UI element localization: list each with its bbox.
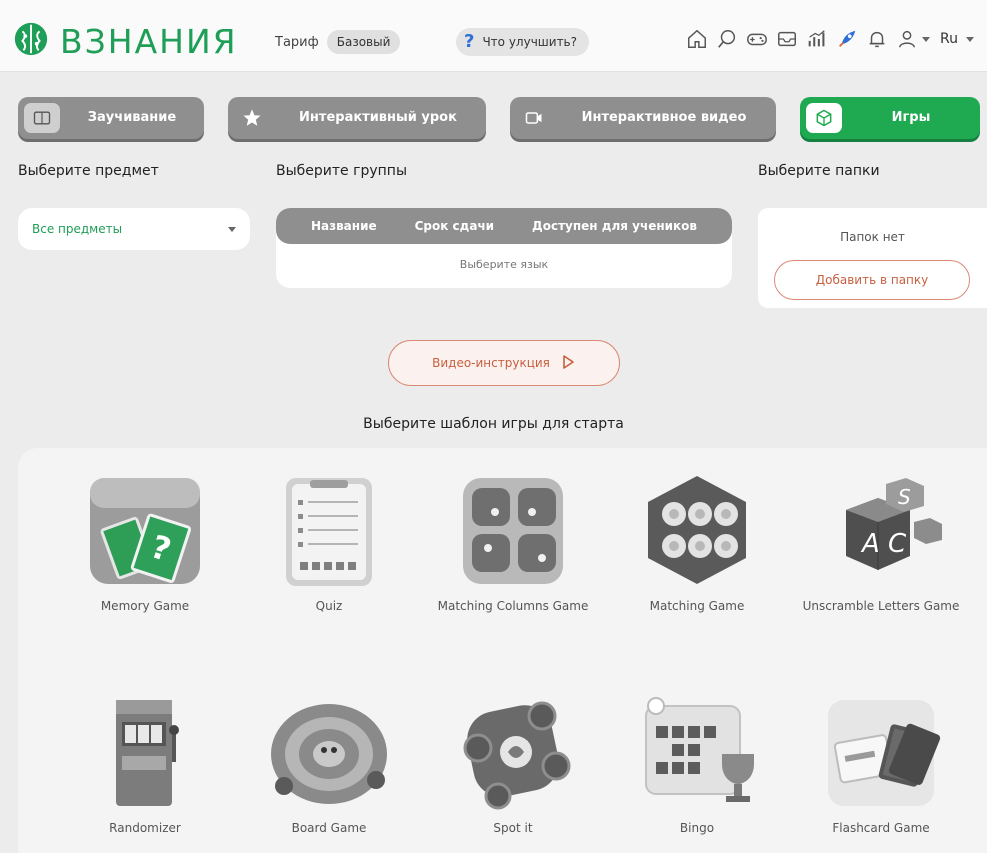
game-card-flashcard[interactable]: Flashcard Game bbox=[796, 692, 966, 834]
spot-it-icon bbox=[463, 701, 571, 810]
subject-selected-value: Все предметы bbox=[32, 222, 123, 236]
matching-columns-icon bbox=[463, 478, 563, 584]
game-card-matching-columns[interactable]: Matching Columns Game bbox=[428, 470, 598, 612]
improve-button[interactable]: ? Что улучшить? bbox=[456, 28, 589, 56]
subject-select[interactable]: Все предметы bbox=[18, 208, 250, 250]
question-icon: ? bbox=[464, 31, 475, 52]
game-name: Bingo bbox=[679, 821, 715, 835]
game-name: Randomizer bbox=[109, 821, 181, 835]
language-chevron-icon[interactable] bbox=[965, 36, 974, 42]
folders-empty-text: Папок нет bbox=[840, 230, 905, 244]
groups-empty-text: Выберите язык bbox=[459, 258, 549, 271]
tab-label: Заучивание bbox=[87, 110, 177, 126]
column-header-available[interactable]: Доступен для учеников bbox=[532, 219, 697, 233]
star-icon bbox=[234, 103, 270, 133]
groups-table-header: Название Срок сдачи Доступен для ученико… bbox=[276, 208, 732, 244]
tab-interactive-video[interactable]: Интерактивное видео bbox=[510, 97, 776, 139]
home-icon[interactable] bbox=[686, 28, 708, 50]
top-header: ВЗНАНИЯ Тариф Базовый ? Что улучшить? Ru bbox=[0, 0, 987, 72]
mode-tabs: Заучивание Интерактивный урок Интерактив… bbox=[18, 97, 980, 147]
game-name: Flashcard Game bbox=[832, 821, 930, 835]
groups-section-label: Выберите группы bbox=[276, 163, 407, 179]
book-icon bbox=[24, 103, 60, 133]
brain-logo-icon bbox=[12, 20, 50, 62]
video-instruction-button[interactable]: Видео-инструкция bbox=[388, 340, 620, 386]
play-icon bbox=[560, 354, 576, 373]
game-name: Matching Columns Game bbox=[437, 599, 589, 613]
tab-label: Интерактивный урок bbox=[299, 110, 457, 126]
game-card-matching[interactable]: Matching Game bbox=[612, 470, 782, 612]
slot-machine-icon bbox=[116, 700, 179, 806]
column-header-deadline[interactable]: Срок сдачи bbox=[415, 219, 495, 233]
game-name: Quiz bbox=[315, 599, 343, 613]
spiral-board-icon bbox=[271, 704, 387, 804]
game-name: Memory Game bbox=[100, 599, 190, 613]
game-templates-panel: ? Memory Game Quiz Matching Columns Game bbox=[18, 448, 987, 853]
header-icon-bar: Ru bbox=[686, 28, 974, 50]
tariff: Тариф Базовый bbox=[275, 30, 401, 54]
quiz-notepad-icon bbox=[286, 478, 372, 586]
svg-text:A: A bbox=[860, 529, 880, 559]
memory-cards-icon: ? bbox=[90, 478, 200, 584]
tab-games[interactable]: Игры bbox=[800, 97, 980, 139]
rocket-icon[interactable] bbox=[836, 28, 858, 50]
gamepad-icon[interactable] bbox=[746, 28, 768, 50]
video-icon bbox=[516, 103, 552, 133]
subject-section-label: Выберите предмет bbox=[18, 163, 159, 179]
folders-panel: Папок нет Добавить в папку bbox=[758, 208, 987, 308]
chevron-down-icon[interactable] bbox=[922, 36, 930, 42]
groups-table: Название Срок сдачи Доступен для ученико… bbox=[276, 208, 732, 288]
chart-icon[interactable] bbox=[806, 28, 828, 50]
tariff-label: Тариф bbox=[275, 34, 319, 50]
cube-icon bbox=[806, 103, 842, 133]
profile-icon[interactable] bbox=[896, 28, 918, 50]
game-card-bingo[interactable]: Bingo bbox=[612, 692, 782, 834]
tab-interactive-lesson[interactable]: Интерактивный урок bbox=[228, 97, 486, 139]
tab-label: Интерактивное видео bbox=[581, 110, 747, 126]
language-selector[interactable]: Ru bbox=[940, 31, 958, 47]
flashcards-icon bbox=[828, 700, 941, 806]
svg-text:C: C bbox=[888, 529, 907, 559]
search-icon[interactable] bbox=[716, 28, 738, 50]
logo-text: ВЗНАНИЯ bbox=[60, 21, 238, 61]
logo[interactable]: ВЗНАНИЯ bbox=[12, 20, 238, 62]
chevron-down-icon bbox=[228, 226, 236, 232]
game-card-spot-it[interactable]: Spot it bbox=[428, 692, 598, 834]
svg-text:S: S bbox=[898, 485, 911, 509]
tab-memorize[interactable]: Заучивание bbox=[18, 97, 204, 139]
bell-icon[interactable] bbox=[866, 28, 888, 50]
tab-label: Игры bbox=[891, 110, 931, 126]
game-card-memory[interactable]: ? Memory Game bbox=[60, 470, 230, 612]
improve-label: Что улучшить? bbox=[482, 35, 577, 49]
add-to-folder-button[interactable]: Добавить в папку bbox=[774, 260, 970, 300]
tariff-badge[interactable]: Базовый bbox=[326, 30, 401, 54]
matching-hexagon-icon bbox=[648, 476, 746, 584]
inbox-icon[interactable] bbox=[776, 28, 798, 50]
game-card-quiz[interactable]: Quiz bbox=[244, 470, 414, 612]
game-name: Board Game bbox=[291, 821, 367, 835]
game-card-unscramble[interactable]: A C S Unscramble Letters Game bbox=[796, 470, 966, 612]
games-section-title: Выберите шаблон игры для старта bbox=[363, 416, 624, 432]
game-name: Spot it bbox=[493, 821, 533, 835]
game-card-board[interactable]: Board Game bbox=[244, 692, 414, 834]
game-card-randomizer[interactable]: Randomizer bbox=[60, 692, 230, 834]
folders-section-label: Выберите папки bbox=[758, 163, 880, 179]
video-instruction-label: Видео-инструкция bbox=[432, 356, 550, 370]
column-header-name[interactable]: Название bbox=[311, 219, 377, 233]
bingo-trophy-icon bbox=[645, 697, 754, 802]
game-name: Matching Game bbox=[649, 599, 745, 613]
letter-cubes-icon: A C S bbox=[846, 478, 942, 570]
game-name: Unscramble Letters Game bbox=[802, 599, 960, 613]
